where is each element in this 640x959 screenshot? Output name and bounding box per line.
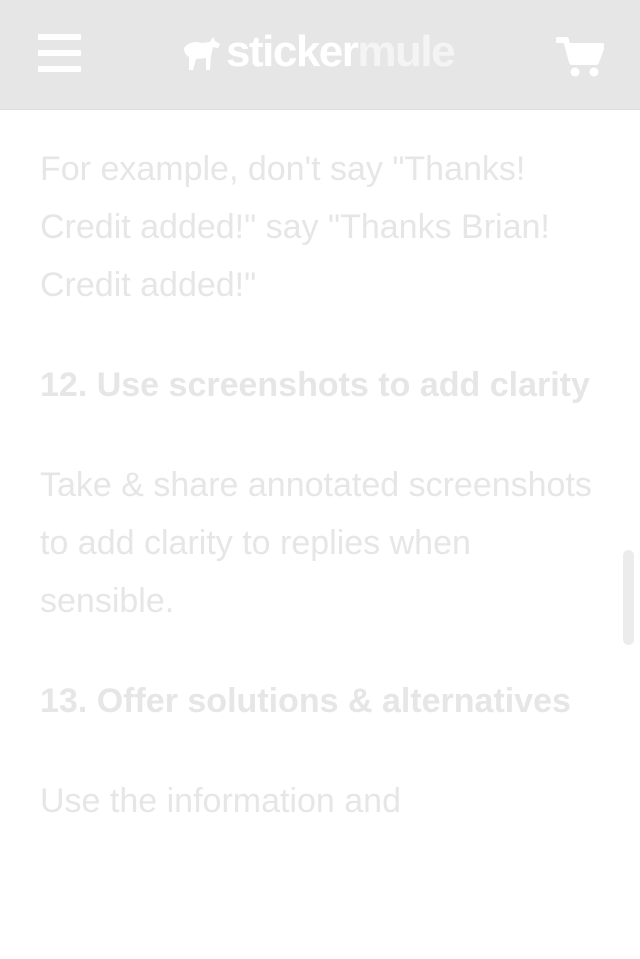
logo-wordmark: stickermule [226, 27, 456, 76]
intro-paragraph: For example, don't say "Thanks! Credit a… [40, 150, 550, 304]
section-body: Take & share annotated screenshots to ad… [40, 466, 592, 620]
section-heading: 12. Use screenshots to add clarity [40, 366, 590, 404]
stickermule-logo[interactable]: stickermule [180, 27, 456, 76]
top-navigation-bar: stickermule [0, 0, 640, 110]
logo-part-mule: mule [357, 27, 455, 76]
section-heading: 13. Offer solutions & alternatives [40, 682, 571, 720]
hamburger-menu-icon[interactable] [38, 34, 82, 72]
section-body: Use the information and [40, 782, 401, 820]
page: stickermule For example, don't say "Than… [0, 0, 640, 959]
shopping-cart-icon[interactable] [555, 36, 605, 78]
mule-horse-icon [184, 37, 220, 70]
logo-part-sticker: sticker [226, 27, 359, 76]
vertical-scrollbar[interactable] [623, 550, 634, 645]
article-content: For example, don't say "Thanks! Credit a… [40, 140, 610, 830]
